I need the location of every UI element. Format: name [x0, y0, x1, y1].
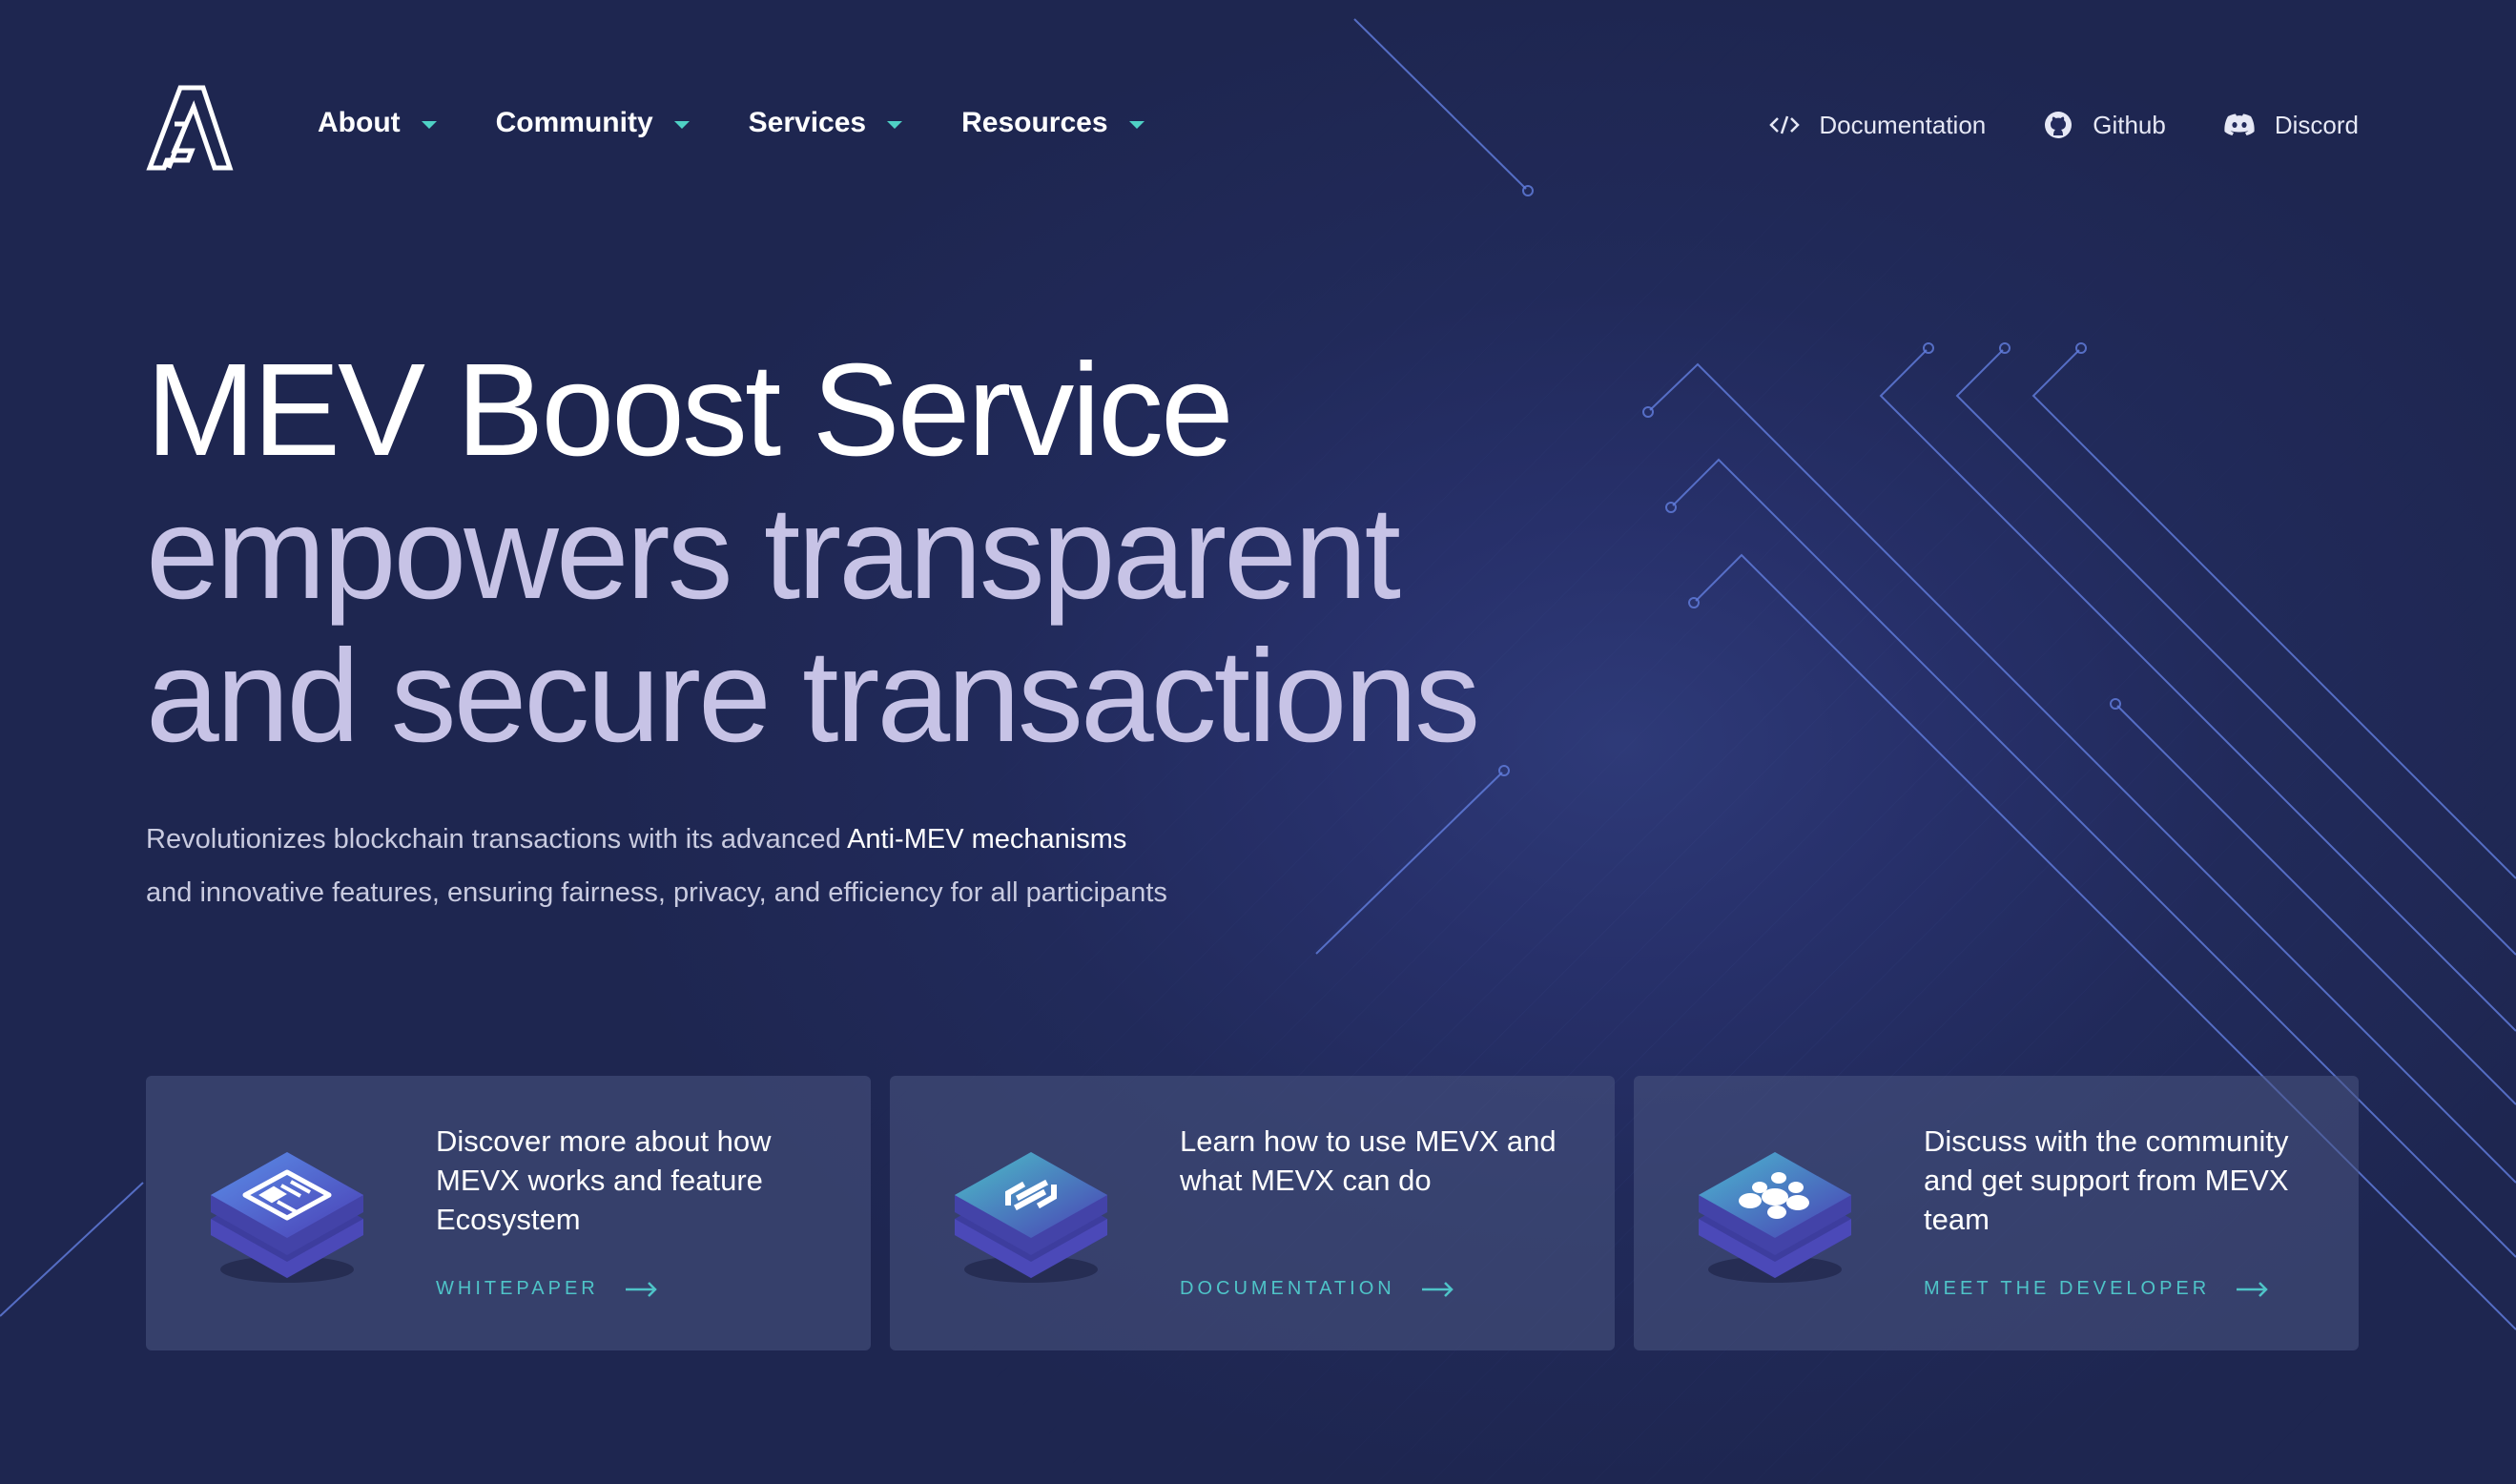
hero-title-line3: and secure transactions	[146, 623, 1480, 770]
hero-description-line2: and innovative features, ensuring fairne…	[146, 877, 1167, 908]
arrow-right-icon	[2237, 1281, 2268, 1297]
hero-description-highlight: Anti-MEV mechanisms	[847, 824, 1127, 855]
nav-item-label: About	[318, 107, 401, 138]
github-icon	[2045, 112, 2073, 138]
documentation-card-link[interactable]: DOCUMENTATION	[1180, 1278, 1454, 1300]
chevron-down-icon	[673, 121, 690, 129]
main-nav: About Community Services Resources	[318, 107, 1204, 139]
logo[interactable]	[146, 84, 234, 172]
card-community[interactable]: Discuss with the community and get suppo…	[1634, 1076, 2359, 1350]
nav-item-label: Services	[748, 107, 867, 138]
github-link[interactable]: Github	[2043, 110, 2166, 140]
nav-item-label: Resources	[961, 107, 1108, 138]
documentation-link-label: Documentation	[1819, 110, 1987, 139]
discord-link[interactable]: Discord	[2223, 111, 2359, 140]
documentation-link[interactable]: Documentation	[1769, 111, 1986, 140]
whitepaper-link-label: WHITEPAPER	[436, 1278, 599, 1299]
discord-icon	[2224, 113, 2255, 135]
github-link-label: Github	[2093, 110, 2166, 139]
card-description: Discuss with the community and get suppo…	[1924, 1124, 2289, 1236]
nav-item-about[interactable]: About	[318, 107, 437, 139]
team-icon	[1699, 1152, 1851, 1283]
discord-link-label: Discord	[2274, 110, 2359, 139]
chevron-down-icon	[1128, 121, 1145, 129]
card-documentation[interactable]: Learn how to use MEVX and what MEVX can …	[890, 1076, 1615, 1350]
arrow-right-icon	[1421, 1281, 1454, 1297]
nav-item-label: Community	[495, 107, 653, 138]
nav-item-resources[interactable]: Resources	[961, 107, 1145, 139]
hero-title-line2: empowers transparent	[146, 480, 1401, 627]
chevron-down-icon	[887, 121, 903, 129]
arrow-right-icon	[625, 1281, 657, 1297]
card-whitepaper[interactable]: Discover more about how MEVX works and f…	[146, 1076, 871, 1350]
nav-item-community[interactable]: Community	[496, 107, 690, 139]
card-description: Learn how to use MEVX and what MEVX can …	[1180, 1124, 1557, 1197]
document-icon	[211, 1152, 363, 1283]
whitepaper-link[interactable]: WHITEPAPER	[436, 1278, 658, 1300]
card-description: Discover more about how MEVX works and f…	[436, 1124, 772, 1236]
hero-description: Revolutionizes blockchain transactions w…	[146, 813, 1386, 919]
hero-title-line1: MEV Boost Service	[146, 337, 1234, 484]
hero-description-text: Revolutionizes blockchain transactions w…	[146, 824, 848, 855]
hero-title: MEV Boost Service empowers transparent a…	[146, 337, 1480, 770]
chevron-down-icon	[421, 121, 437, 129]
meet-developer-link-label: MEET THE DEVELOPER	[1924, 1278, 2211, 1299]
hero-description-line1: Revolutionizes blockchain transactions w…	[146, 813, 1386, 866]
code-icon	[1769, 115, 1801, 134]
nav-item-services[interactable]: Services	[748, 107, 903, 139]
meet-developer-link[interactable]: MEET THE DEVELOPER	[1924, 1278, 2269, 1300]
top-links: Documentation Github Discord	[1712, 110, 2359, 140]
exchange-icon	[955, 1152, 1107, 1283]
documentation-card-link-label: DOCUMENTATION	[1180, 1278, 1395, 1299]
